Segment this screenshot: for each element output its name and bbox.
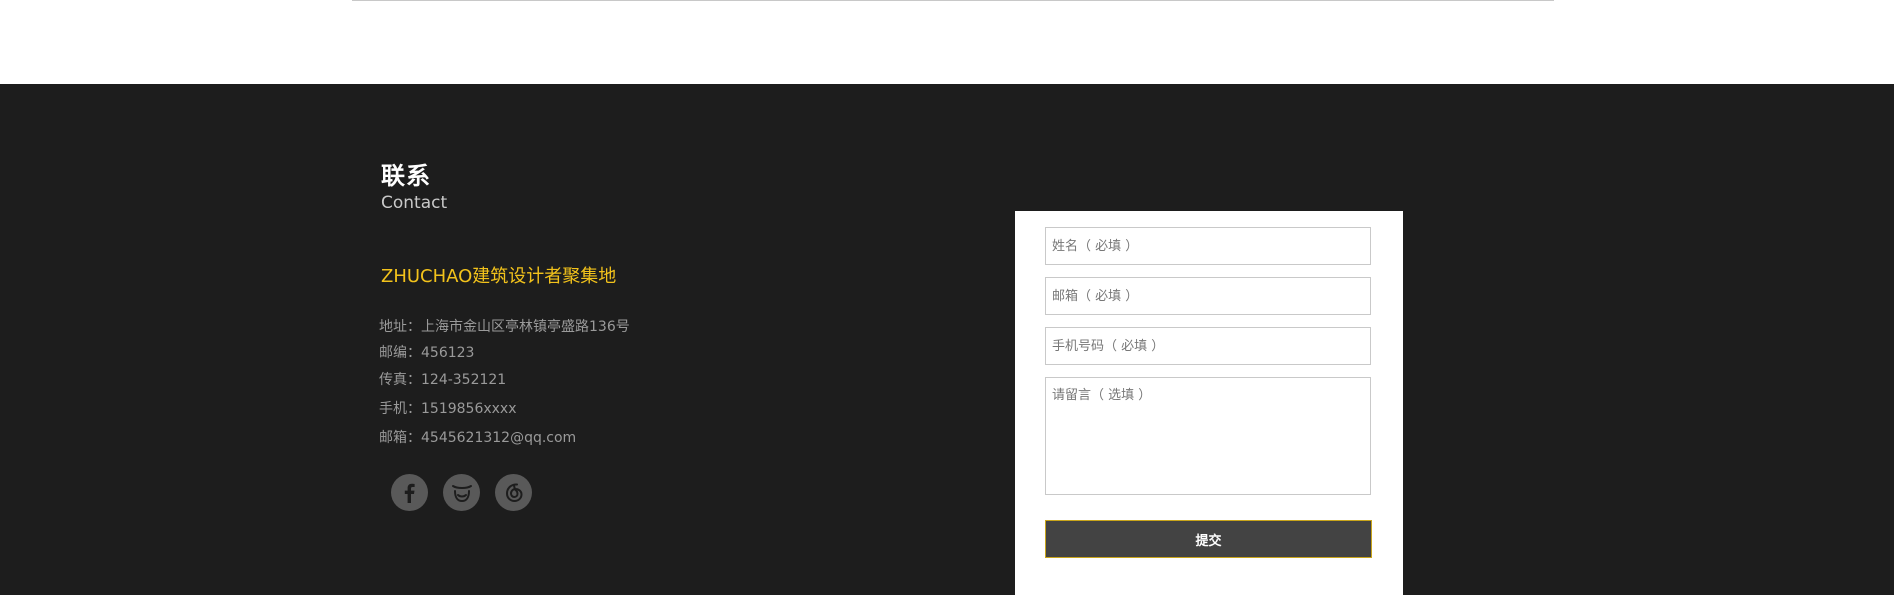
address-text: 地址：上海市金山区亭林镇亭盛路136号 xyxy=(379,319,630,335)
top-divider xyxy=(352,0,1554,1)
message-textarea[interactable] xyxy=(1045,377,1371,495)
phone-text: 手机：1519856xxxx xyxy=(379,401,517,417)
contact-form: 提交 xyxy=(1015,211,1403,595)
contact-footer: 联系 Contact ZHUCHAO建筑设计者聚集地 地址：上海市金山区亭林镇亭… xyxy=(0,84,1894,595)
email-input[interactable] xyxy=(1045,277,1371,315)
netease-music-button[interactable] xyxy=(495,474,532,511)
brand-name: ZHUCHAO建筑设计者聚集地 xyxy=(381,266,617,287)
submit-button[interactable]: 提交 xyxy=(1045,520,1372,558)
social-links xyxy=(391,474,532,511)
facebook-icon xyxy=(404,483,415,503)
contact-info-list: 地址：上海市金山区亭林镇亭盛路136号 邮编：456123 传真：124-352… xyxy=(379,320,630,459)
contact-heading: 联系 xyxy=(381,162,431,190)
mask-button[interactable] xyxy=(443,474,480,511)
phone-input[interactable] xyxy=(1045,327,1371,365)
postcode-text: 邮编：456123 xyxy=(379,345,475,361)
email-text: 邮箱：4545621312@qq.com xyxy=(379,430,577,446)
contact-subheading: Contact xyxy=(381,193,448,213)
facebook-button[interactable] xyxy=(391,474,428,511)
fax-text: 传真：124-352121 xyxy=(379,372,507,388)
name-input[interactable] xyxy=(1045,227,1371,265)
netease-music-icon xyxy=(505,482,523,502)
page: 联系 Contact ZHUCHAO建筑设计者聚集地 地址：上海市金山区亭林镇亭… xyxy=(0,0,1894,595)
mask-icon xyxy=(451,484,472,502)
